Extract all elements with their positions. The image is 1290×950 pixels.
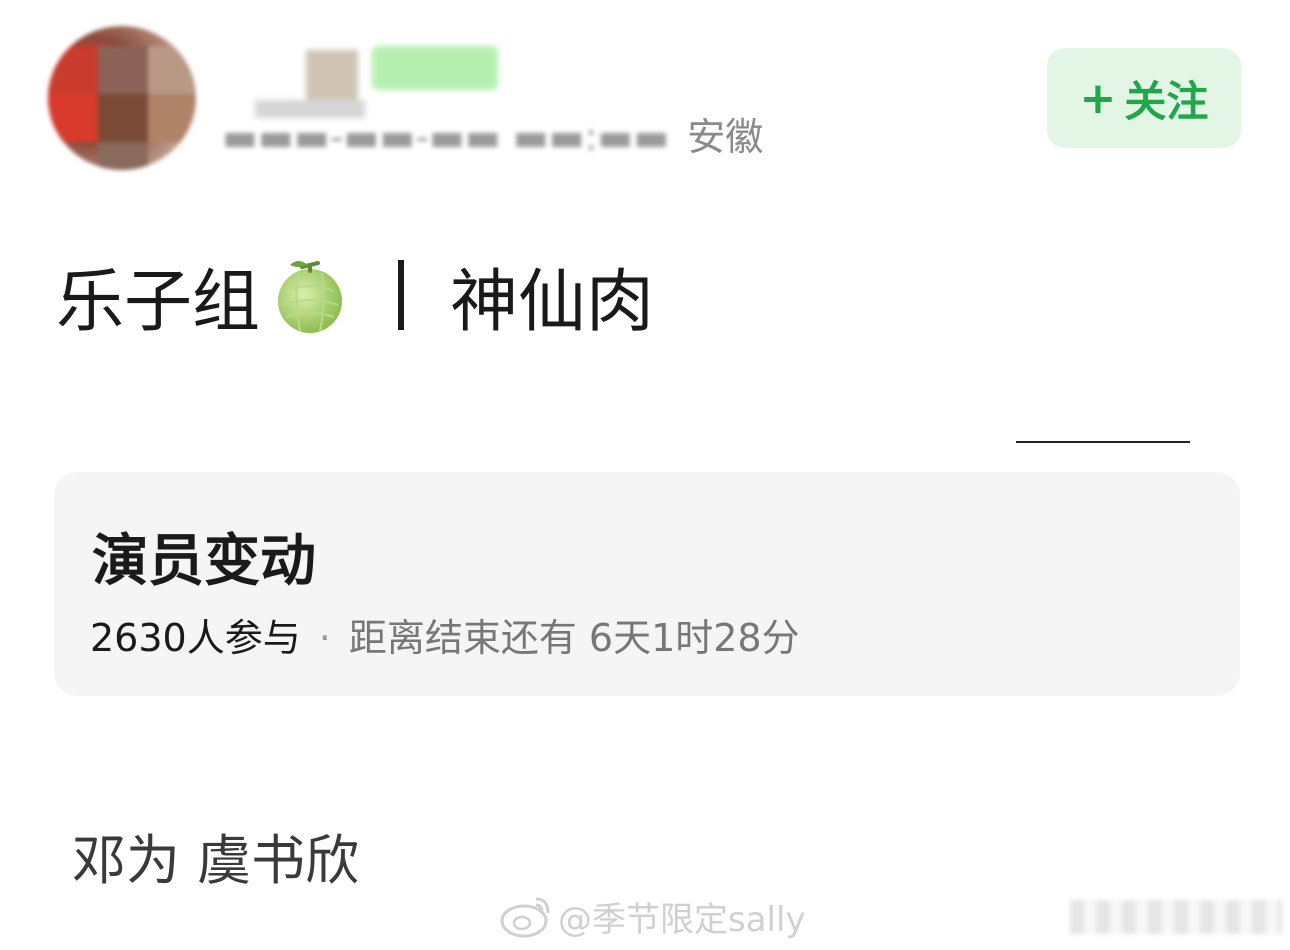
post-title: 乐子组 神仙肉 bbox=[56, 250, 654, 342]
vote-participants: 2630人参与 bbox=[90, 616, 301, 660]
watermark: @季节限定sally bbox=[498, 886, 806, 946]
divider-line bbox=[1016, 441, 1190, 443]
blurred-footer bbox=[1070, 900, 1282, 934]
post-title-part2: 神仙肉 bbox=[450, 262, 655, 342]
post-title-part1: 乐子组 bbox=[56, 262, 261, 342]
vote-meta-separator: · bbox=[318, 616, 331, 660]
vote-option-text[interactable]: 邓为 虞书欣 bbox=[72, 816, 359, 895]
post-header: ▬▬▬-▬▬-▬▬ ▬▬:▬▬ 安徽 + 关注 bbox=[0, 0, 1290, 200]
post-time-blurred: ▬▬▬-▬▬-▬▬ ▬▬:▬▬ bbox=[222, 115, 670, 159]
vote-meta: 2630人参与 · 距离结束还有 6天1时28分 bbox=[90, 612, 800, 664]
vote-title: 演员变动 bbox=[92, 529, 316, 594]
follow-button[interactable]: + 关注 bbox=[1047, 48, 1241, 148]
vote-deadline: 距离结束还有 6天1时28分 bbox=[348, 616, 800, 660]
member-badge-blurred bbox=[372, 46, 498, 90]
watermark-text: @季节限定sally bbox=[558, 899, 806, 940]
title-separator bbox=[398, 260, 405, 330]
plus-icon: + bbox=[1079, 72, 1117, 124]
post-meta: ▬▬▬-▬▬-▬▬ ▬▬:▬▬ 安徽 bbox=[222, 112, 763, 162]
post-location: 安徽 bbox=[687, 115, 764, 159]
follow-label: 关注 bbox=[1124, 76, 1209, 126]
weibo-icon bbox=[498, 891, 554, 941]
melon-icon bbox=[272, 255, 346, 335]
vote-card[interactable]: 演员变动 2630人参与 · 距离结束还有 6天1时28分 bbox=[54, 472, 1240, 696]
avatar[interactable] bbox=[48, 26, 196, 170]
